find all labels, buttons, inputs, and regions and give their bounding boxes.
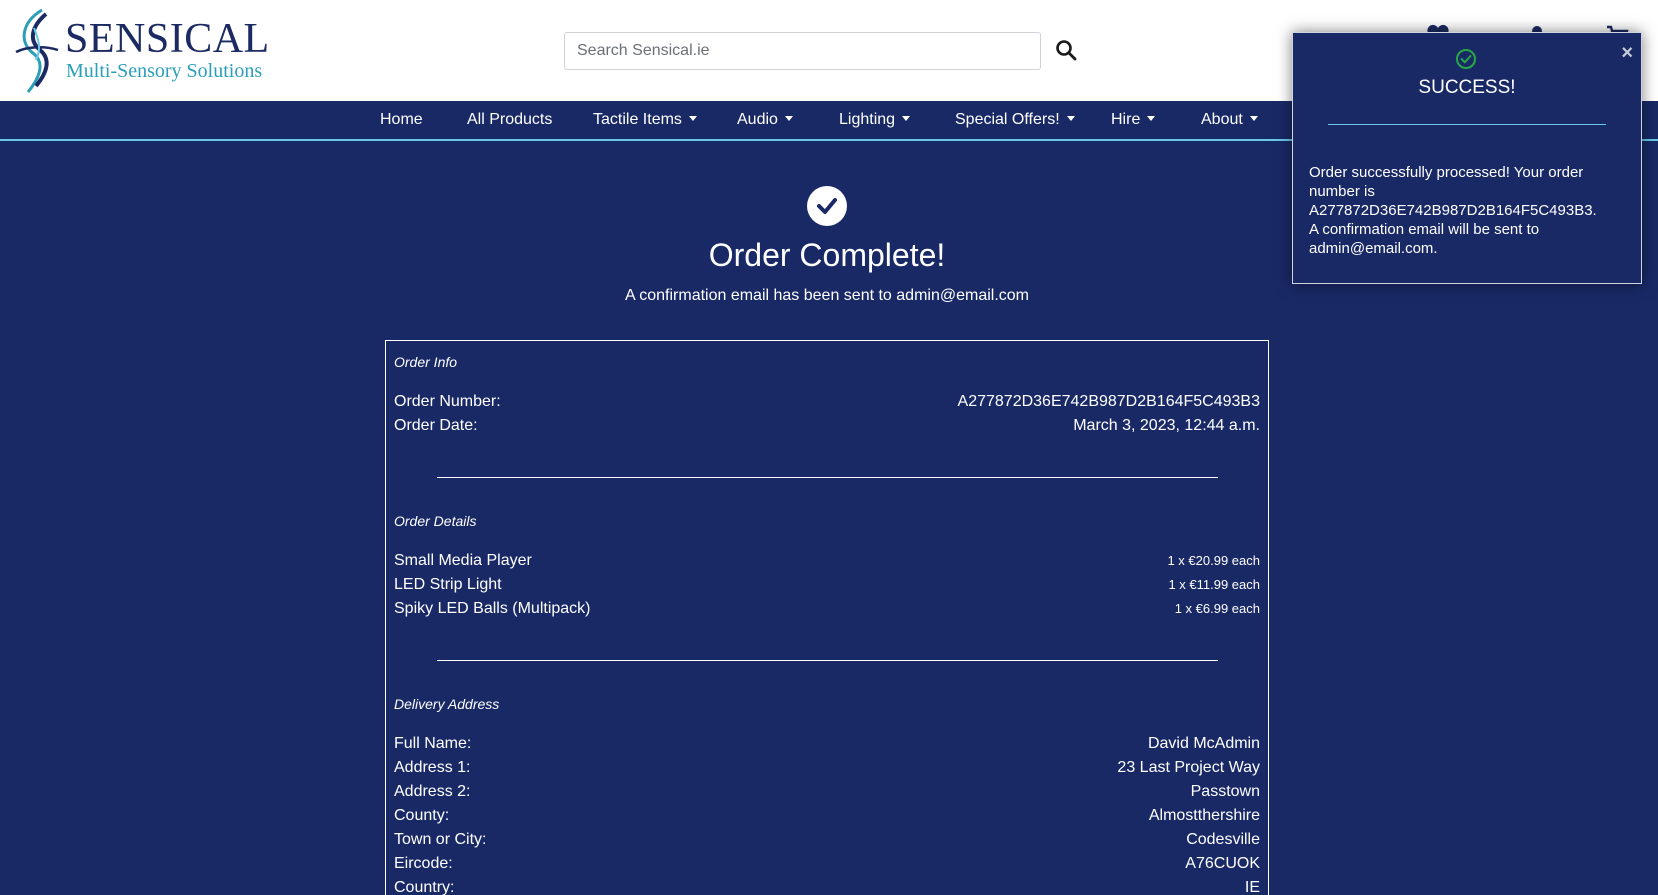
nav-all-products-label: All Products	[467, 111, 553, 128]
check-circle-icon	[1456, 49, 1476, 69]
delivery-value: A76CUOK	[1185, 855, 1260, 872]
order-summary-card: Order Info Order Number: A277872D36E742B…	[385, 340, 1269, 895]
caret-down-icon	[1066, 116, 1075, 121]
delivery-row: Country: IE	[394, 879, 1260, 895]
order-date-label: Order Date:	[394, 417, 478, 434]
logo-tagline: Multi-Sensory Solutions	[66, 60, 263, 82]
delivery-value: Almostthershire	[1148, 807, 1260, 824]
delivery-label: Address 2:	[394, 783, 471, 800]
delivery-value: IE	[1244, 879, 1260, 895]
site-logo[interactable]: SENSICAL Multi-Sensory Solutions	[12, 8, 269, 94]
order-date-value: March 3, 2023, 12:44 a.m.	[1073, 417, 1260, 434]
nav-tactile-items-label: Tactile Items	[593, 111, 682, 128]
order-date-row: Order Date: March 3, 2023, 12:44 a.m.	[394, 417, 1260, 441]
logo-title: SENSICAL	[65, 16, 270, 62]
order-item-row: Small Media Player 1 x €20.99 each	[394, 552, 1260, 576]
close-icon[interactable]: ×	[1621, 43, 1633, 63]
nav-special-offers[interactable]: Special Offers!	[955, 101, 1075, 139]
search-box	[564, 32, 1041, 70]
confirmation-subtitle: A confirmation email has been sent to ad…	[625, 287, 1029, 304]
section-divider	[437, 477, 1218, 478]
nav-audio[interactable]: Audio	[737, 101, 793, 139]
nav-home[interactable]: Home	[380, 101, 423, 139]
order-item-row: LED Strip Light 1 x €11.99 each	[394, 576, 1260, 600]
caret-down-icon	[1147, 116, 1156, 121]
nav-audio-label: Audio	[737, 111, 778, 128]
order-number-label: Order Number:	[394, 393, 501, 410]
nav-about-label: About	[1201, 111, 1243, 128]
nav-tactile-items[interactable]: Tactile Items	[593, 101, 697, 139]
nav-about[interactable]: About	[1201, 101, 1258, 139]
delivery-row: Address 1: 23 Last Project Way	[394, 759, 1260, 783]
order-number-value: A277872D36E742B987D2B164F5C493B3	[957, 393, 1260, 410]
nav-hire-label: Hire	[1111, 111, 1141, 128]
order-complete-badge	[807, 186, 847, 226]
delivery-label: Country:	[394, 879, 455, 895]
delivery-row: County: Almostthershire	[394, 807, 1260, 831]
caret-down-icon	[902, 116, 911, 121]
order-info-heading: Order Info	[394, 354, 458, 370]
order-item-name: Small Media Player	[394, 552, 532, 569]
delivery-row: Eircode: A76CUOK	[394, 855, 1260, 879]
delivery-value: Codesville	[1186, 831, 1260, 848]
section-divider	[437, 660, 1218, 661]
delivery-label: County:	[394, 807, 450, 824]
delivery-value: 23 Last Project Way	[1117, 759, 1260, 776]
search-button[interactable]	[1054, 38, 1078, 62]
delivery-label: Town or City:	[394, 831, 487, 848]
order-item-name: Spiky LED Balls (Multipack)	[394, 600, 591, 617]
nav-lighting-label: Lighting	[839, 111, 896, 128]
nav-hire[interactable]: Hire	[1111, 101, 1156, 139]
order-item-name: LED Strip Light	[394, 576, 502, 593]
order-item-qty-price: 1 x €6.99 each	[1174, 601, 1260, 616]
caret-down-icon	[688, 116, 697, 121]
delivery-label: Address 1:	[394, 759, 471, 776]
nav-home-label: Home	[380, 111, 423, 128]
caret-down-icon	[1249, 116, 1258, 121]
nav-special-offers-label: Special Offers!	[955, 111, 1060, 128]
order-item-qty-price: 1 x €11.99 each	[1168, 577, 1260, 592]
delivery-label: Eircode:	[394, 855, 453, 872]
search-input[interactable]	[565, 33, 1040, 69]
order-details-heading: Order Details	[394, 513, 477, 529]
delivery-row: Address 2: Passtown	[394, 783, 1260, 807]
search-icon	[1056, 40, 1077, 61]
delivery-row: Town or City: Codesville	[394, 831, 1260, 855]
toast-divider	[1328, 124, 1606, 125]
delivery-address-heading: Delivery Address	[394, 696, 500, 712]
delivery-value: Passtown	[1190, 783, 1260, 800]
check-icon	[817, 198, 837, 214]
nav-all-products[interactable]: All Products	[467, 101, 552, 139]
delivery-value: David McAdmin	[1147, 735, 1260, 752]
delivery-row: Full Name: David McAdmin	[394, 735, 1260, 759]
success-toast: × SUCCESS! Order successfully processed!…	[1292, 32, 1642, 284]
toast-title: SUCCESS!	[1418, 77, 1516, 98]
order-number-row: Order Number: A277872D36E742B987D2B164F5…	[394, 393, 1260, 417]
nav-lighting[interactable]: Lighting	[839, 101, 911, 139]
delivery-label: Full Name:	[394, 735, 472, 752]
toast-message: Order successfully processed! Your order…	[1309, 164, 1597, 257]
order-item-qty-price: 1 x €20.99 each	[1167, 553, 1260, 568]
order-item-row: Spiky LED Balls (Multipack) 1 x €6.99 ea…	[394, 600, 1260, 624]
caret-down-icon	[784, 116, 793, 121]
logo-swirl-icon	[15, 8, 59, 93]
